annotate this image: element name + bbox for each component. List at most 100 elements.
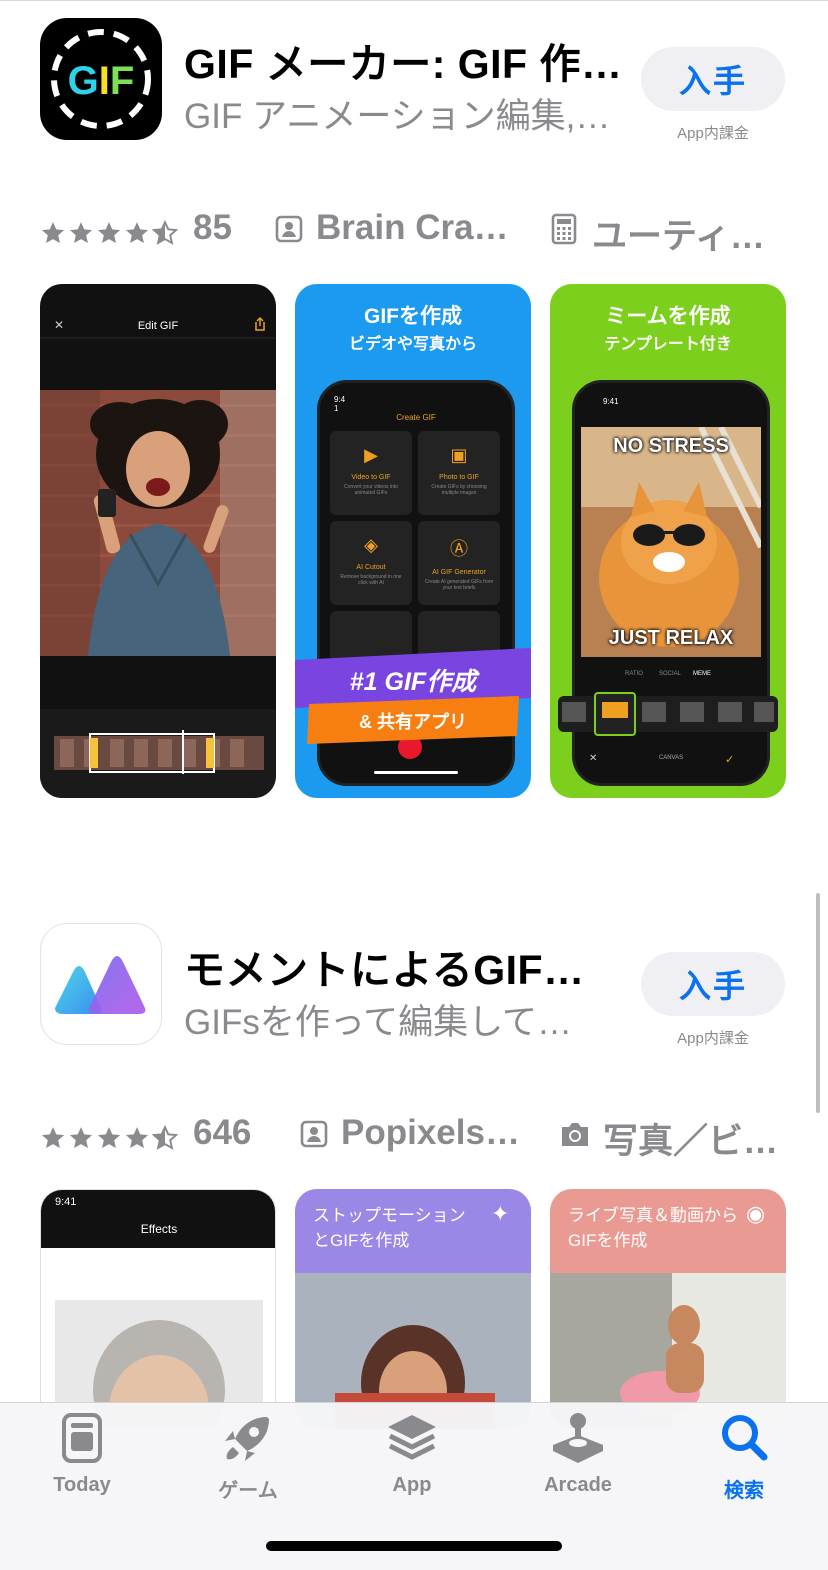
calculator-icon (551, 213, 577, 245)
category-label[interactable]: ユーティ… (592, 208, 782, 259)
meme-bottom-text: JUST RELAX (608, 627, 734, 649)
status-time: 9:41 (603, 397, 619, 406)
tab-arcade[interactable]: Arcade (518, 1411, 638, 1497)
developer-name[interactable]: Brain Cra… (316, 208, 516, 248)
live-photo-icon: ◉ (746, 1201, 766, 1226)
app-subtitle: GIF アニメーション編集,… (184, 97, 611, 136)
tile-desc: Create GIFs by choosing multiple images (431, 484, 487, 496)
home-indicator[interactable] (266, 1541, 562, 1551)
get-button[interactable]: 入手 (641, 952, 785, 1016)
star-icon (125, 1127, 149, 1148)
tile-title: Photo to GIF (439, 474, 479, 481)
category-label[interactable]: 写真／ビ… (603, 1113, 783, 1164)
ai-icon: Ⓐ (450, 539, 468, 559)
template-thumb (718, 702, 742, 722)
shot-subhead: ビデオや写真から (348, 336, 477, 353)
tile-ai-cutout: ◈ AI Cutout Remove background in one cli… (330, 521, 412, 605)
canvas-label: CANVAS (658, 755, 684, 761)
shot-headline: ミームを作成 (605, 305, 731, 328)
shot-headline: GIFを作成 (364, 305, 462, 328)
developer-icon (275, 215, 303, 243)
app-title[interactable]: GIF メーカー: GIF 作… (184, 30, 624, 90)
star-half-icon (152, 1125, 178, 1150)
top-divider (0, 0, 828, 1)
screenshot-meme[interactable]: ミームを作成 テンプレート付き 9:41 NO STRESS JUST RELA… (550, 284, 786, 798)
banner-sub-text: & 共有アプリ (359, 712, 467, 732)
tab-label: Today (53, 1474, 111, 1496)
rating-stars (40, 1125, 178, 1151)
tile-desc: Remove background in one click with AI (340, 574, 402, 586)
close-icon: ✕ (54, 318, 64, 332)
rating-stars (40, 220, 178, 246)
eraser-icon: ◈ (364, 535, 378, 555)
tile-photo-to-gif: ▣ Photo to GIF Create GIFs by choosing m… (418, 431, 500, 515)
shot-caption: ストップモーション とGIFを作成 (313, 1206, 466, 1250)
template-thumb (754, 702, 774, 722)
tab-label: ゲーム (218, 1480, 278, 1502)
screenshot-stop-motion[interactable]: ストップモーション とGIFを作成 ✦ (295, 1189, 531, 1429)
template-thumb-selected (594, 692, 636, 736)
tile-desc: Convert your videos into animated GIFs (344, 484, 398, 496)
template-strip (558, 692, 778, 736)
scrollbar[interactable] (816, 893, 820, 1113)
screenshot-edit-gif[interactable]: ✕ Edit GIF (40, 284, 276, 798)
tile-ai-gif-generator: Ⓐ AI GIF Generator Create AI generated G… (418, 521, 500, 605)
tile-title: AI Cutout (356, 564, 386, 571)
tab-today[interactable]: Today (22, 1411, 142, 1497)
meme-image (581, 427, 761, 657)
star-icon (41, 222, 65, 243)
screenshot-effects[interactable]: 9:41 Effects (40, 1189, 276, 1429)
star-icon (97, 222, 121, 243)
meme-top-text: NO STRESS (613, 435, 729, 457)
screenshot-live-photo[interactable]: ライブ写真＆動画から GIFを作成 ◉ (550, 1189, 786, 1429)
template-thumb (642, 702, 666, 722)
tab-label: Arcade (544, 1474, 612, 1496)
star-icon (69, 222, 93, 243)
template-thumb (562, 702, 586, 722)
gif-icon-letters: GIF (68, 59, 135, 103)
today-icon (62, 1413, 102, 1463)
tab-label: App (392, 1474, 432, 1496)
photo-icon: ▣ (450, 445, 468, 465)
status-time: 9:41 (55, 1196, 77, 1208)
banner-main-text: #1 GIF作成 (349, 668, 477, 696)
tab-label: 検索 (724, 1480, 764, 1502)
tile-video-to-gif: ▶ Video to GIF Convert your videos into … (330, 431, 412, 515)
app-layers-icon (388, 1415, 436, 1460)
tab-social: SOCIAL (659, 671, 682, 677)
developer-name[interactable]: Popixels… (341, 1113, 531, 1153)
tab-search[interactable]: 検索 (684, 1411, 804, 1503)
star-half-icon (152, 220, 178, 245)
tab-games[interactable]: ゲーム (188, 1411, 308, 1503)
in-app-purchase-label: App内課金 (677, 125, 749, 142)
rating-count: 646 (193, 1113, 252, 1152)
tile-title: Video to GIF (351, 474, 391, 481)
app-title[interactable]: モメントによるGIF… (184, 936, 624, 996)
developer-icon (300, 1120, 328, 1148)
get-button[interactable]: 入手 (641, 47, 785, 111)
screenshot-create-gif[interactable]: GIFを作成 ビデオや写真から Create GIF 9:4 1 ▶ Video… (295, 284, 531, 798)
rating-count: 85 (193, 208, 232, 247)
in-app-purchase-label: App内課金 (677, 1030, 749, 1047)
effects-title: Effects (140, 1222, 178, 1236)
gif-maker-icon[interactable]: GIF (40, 18, 162, 140)
moment-gif-icon[interactable] (40, 923, 162, 1045)
tab-meme: MEME (693, 671, 711, 677)
magic-wand-icon: ✦ (491, 1201, 510, 1226)
star-icon (125, 222, 149, 243)
video-icon: ▶ (364, 445, 378, 465)
tile-desc: Create AI generated GIFs from your text … (424, 579, 494, 591)
shot-subhead: テンプレート付き (604, 336, 732, 353)
tab-app[interactable]: App (352, 1411, 472, 1497)
shot-caption: ライブ写真＆動画から GIFを作成 (568, 1206, 738, 1250)
star-icon (41, 1127, 65, 1148)
home-indicator-mini (374, 771, 458, 774)
camera-icon (562, 1123, 588, 1146)
search-icon (722, 1415, 768, 1461)
template-thumb (680, 702, 704, 722)
tile-title: AI GIF Generator (432, 569, 486, 576)
create-gif-title: Create GIF (396, 413, 436, 422)
star-icon (97, 1127, 121, 1148)
rocket-icon (225, 1417, 269, 1461)
app-subtitle: GIFsを作って編集して… (184, 1003, 573, 1042)
